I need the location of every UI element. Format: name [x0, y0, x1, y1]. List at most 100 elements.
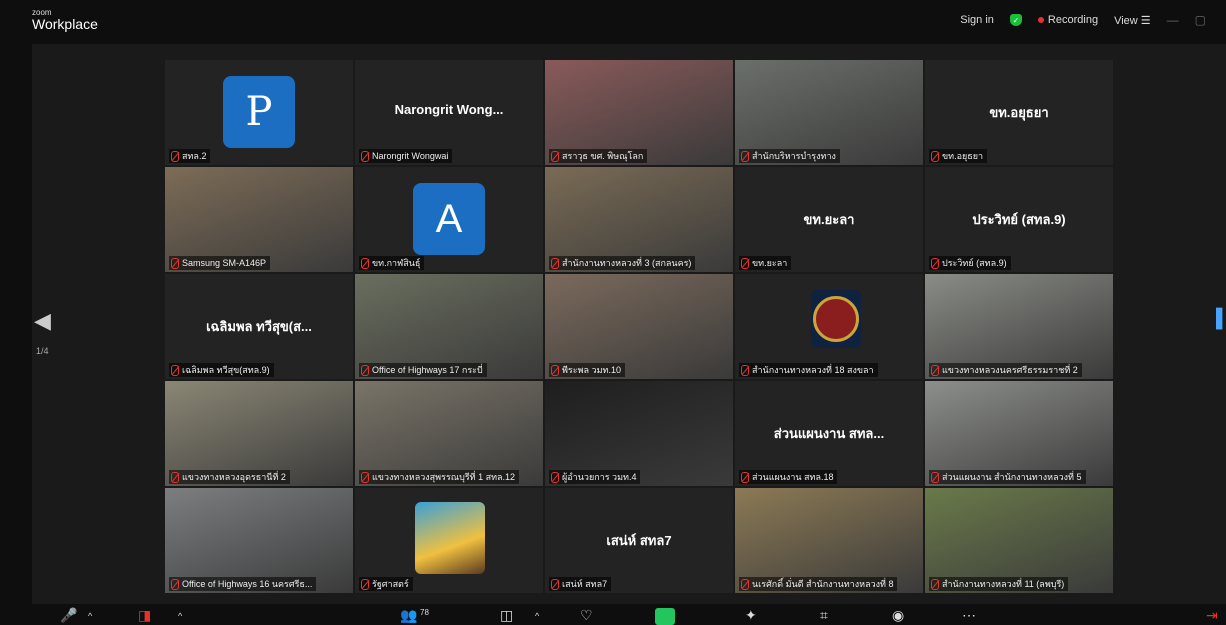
muted-mic-icon [741, 364, 749, 376]
grid-icon: ☰ [1140, 14, 1151, 27]
participant-name: สำนักงานทางหลวงที่ 3 (สกลนคร) [562, 258, 692, 268]
participant-tile[interactable]: สราวุธ ขศ. พิษณุโลก [545, 60, 733, 165]
chat-options-icon[interactable]: ^ [535, 611, 539, 621]
participant-tile[interactable]: ประวิทย์ (สทล.9) ประวิทย์ (สทล.9) [925, 167, 1113, 272]
bottom-toolbar: 🎤 ^ ◨ ^ 👥 78 ◫ ^ ♡ ✦ ⌗ ◉ ⋯ ⇥ [0, 604, 1226, 625]
participant-tile[interactable]: เสน่ห์ สทล7 เสน่ห์ สทล7 [545, 488, 733, 593]
participant-name-label: ขท.อยุธยา [929, 149, 988, 163]
participant-tile[interactable]: P สทล.2 [165, 60, 353, 165]
participant-tile[interactable]: Samsung SM-A146P [165, 167, 353, 272]
participant-name-label: ผู้อำนวยการ วมท.4 [549, 470, 641, 484]
video-options-icon[interactable]: ^ [178, 611, 182, 621]
participant-tile[interactable]: สำนักงานทางหลวงที่ 18 สงขลา [735, 274, 923, 379]
participant-tile[interactable]: ผู้อำนวยการ วมท.4 [545, 381, 733, 486]
view-button[interactable]: View ☰ [1114, 14, 1151, 27]
muted-mic-icon [361, 364, 369, 376]
more-icon[interactable]: ⋯ [962, 607, 976, 624]
participant-name-label: พีระพล วมท.10 [549, 363, 625, 377]
mute-icon[interactable]: 🎤 [60, 607, 77, 624]
participant-name: นเรศักดิ์ มั่นดี สำนักงานทางหลวงที่ 8 [752, 579, 894, 589]
participant-tile[interactable]: Narongrit Wong... Narongrit Wongwai [355, 60, 543, 165]
muted-mic-icon [171, 150, 179, 162]
participant-tile[interactable]: เฉลิมพล ทวีสุข(ส... เฉลิมพล ทวีสุข(สทล.9) [165, 274, 353, 379]
participant-name: ส่วนแผนงาน สำนักงานทางหลวงที่ 5 [942, 472, 1082, 482]
participant-tile[interactable]: Office of Highways 17 กระบี่ [355, 274, 543, 379]
apps-icon[interactable]: ✦ [745, 607, 757, 624]
participant-name-label: Samsung SM-A146P [169, 256, 271, 270]
participant-tile[interactable]: นเรศักดิ์ มั่นดี สำนักงานทางหลวงที่ 8 [735, 488, 923, 593]
participant-tile[interactable]: แขวงทางหลวงสุพรรณบุรีที่ 1 สทล.12 [355, 381, 543, 486]
share-screen-button[interactable] [655, 608, 675, 625]
participant-tile[interactable]: แขวงทางหลวงอุดรธานีที่ 2 [165, 381, 353, 486]
participant-tile[interactable]: รัฐศาสตร์ [355, 488, 543, 593]
participant-display-name: เสน่ห์ สทล7 [606, 533, 672, 548]
participant-name-label: Office of Highways 16 นครศรีธ... [169, 577, 317, 591]
participant-name: ประวิทย์ (สทล.9) [942, 258, 1007, 268]
top-right-controls: Sign in ✓ Recording View ☰ — ▢ [960, 13, 1206, 27]
next-page-icon[interactable]: ▌ [1216, 308, 1226, 329]
participant-name: Samsung SM-A146P [182, 258, 267, 268]
participant-tile[interactable]: แขวงทางหลวงนครศรีธรรมราชที่ 2 [925, 274, 1113, 379]
participant-tile[interactable]: ขท.ยะลา ขท.ยะลา [735, 167, 923, 272]
page-indicator: 1/4 [36, 346, 49, 356]
muted-mic-icon [741, 578, 749, 590]
participant-tile[interactable]: สำนักงานทางหลวงที่ 11 (ลพบุรี) [925, 488, 1113, 593]
participant-tile[interactable]: พีระพล วมท.10 [545, 274, 733, 379]
participant-tile[interactable]: A ขท.กาฬสินธุ์ [355, 167, 543, 272]
view-label: View [1114, 14, 1138, 27]
participant-display-name: ขท.อยุธยา [989, 105, 1049, 120]
chat-icon[interactable]: ◫ [500, 607, 513, 624]
previous-page-icon[interactable]: ◀ [34, 308, 51, 334]
participant-tile[interactable]: Office of Highways 16 นครศรีธ... [165, 488, 353, 593]
participant-tile[interactable]: ส่วนแผนงาน สทล... ส่วนแผนงาน สทล.18 [735, 381, 923, 486]
participants-icon[interactable]: 👥 [400, 607, 417, 624]
muted-mic-icon [171, 257, 179, 269]
participant-name: สทล.2 [182, 151, 207, 161]
muted-mic-icon [361, 578, 369, 590]
reactions-icon[interactable]: ♡ [580, 607, 593, 624]
participant-name-label: สำนักงานทางหลวงที่ 11 (ลพบุรี) [929, 577, 1069, 591]
shield-icon[interactable]: ✓ [1009, 14, 1022, 26]
muted-mic-icon [931, 150, 939, 162]
participant-name-label: ขท.กาฬสินธุ์ [359, 256, 425, 270]
participant-tile[interactable]: สำนักบริหารบำรุงทาง [735, 60, 923, 165]
muted-mic-icon [171, 578, 179, 590]
participant-name-label: รัฐศาสตร์ [359, 577, 413, 591]
video-off-icon[interactable]: ◨ [138, 607, 151, 624]
participant-name-label: ส่วนแผนงาน สำนักงานทางหลวงที่ 5 [929, 470, 1086, 484]
leave-icon[interactable]: ⇥ [1206, 607, 1218, 624]
muted-mic-icon [551, 150, 559, 162]
recording-label: Recording [1047, 14, 1099, 26]
participant-name: แขวงทางหลวงนครศรีธรรมราชที่ 2 [942, 365, 1078, 375]
zoom-logo: zoom Workplace [32, 9, 98, 32]
logo-big: Workplace [32, 16, 98, 32]
breakout-icon[interactable]: ⌗ [820, 607, 828, 624]
participants-count: 78 [420, 608, 429, 617]
muted-mic-icon [361, 257, 369, 269]
maximize-icon[interactable]: ▢ [1195, 13, 1206, 27]
participant-name: สำนักงานทางหลวงที่ 11 (ลพบุรี) [942, 579, 1065, 589]
recording-indicator[interactable]: Recording [1037, 14, 1099, 26]
participant-name: รัฐศาสตร์ [372, 579, 409, 589]
avatar: A [413, 183, 485, 255]
record-dot-icon [1037, 17, 1044, 23]
participant-name-label: สำนักงานทางหลวงที่ 18 สงขลา [739, 363, 878, 377]
mute-options-icon[interactable]: ^ [88, 611, 92, 621]
minimize-icon[interactable]: — [1167, 13, 1179, 27]
muted-mic-icon [931, 471, 939, 483]
participant-name: ส่วนแผนงาน สทล.18 [752, 472, 834, 482]
muted-mic-icon [931, 578, 939, 590]
record-icon[interactable]: ◉ [892, 607, 904, 624]
muted-mic-icon [741, 257, 749, 269]
participant-display-name: Narongrit Wong... [394, 102, 504, 117]
participant-name: สำนักบริหารบำรุงทาง [752, 151, 836, 161]
participant-name: สราวุธ ขศ. พิษณุโลก [562, 151, 644, 161]
participant-display-name: ประวิทย์ (สทล.9) [972, 212, 1066, 227]
muted-mic-icon [551, 471, 559, 483]
sign-in-link[interactable]: Sign in [960, 14, 994, 26]
participant-name-label: สราวุธ ขศ. พิษณุโลก [549, 149, 648, 163]
participant-name: Office of Highways 17 กระบี่ [372, 365, 483, 375]
participant-tile[interactable]: สำนักงานทางหลวงที่ 3 (สกลนคร) [545, 167, 733, 272]
participant-tile[interactable]: ส่วนแผนงาน สำนักงานทางหลวงที่ 5 [925, 381, 1113, 486]
participant-tile[interactable]: ขท.อยุธยา ขท.อยุธยา [925, 60, 1113, 165]
